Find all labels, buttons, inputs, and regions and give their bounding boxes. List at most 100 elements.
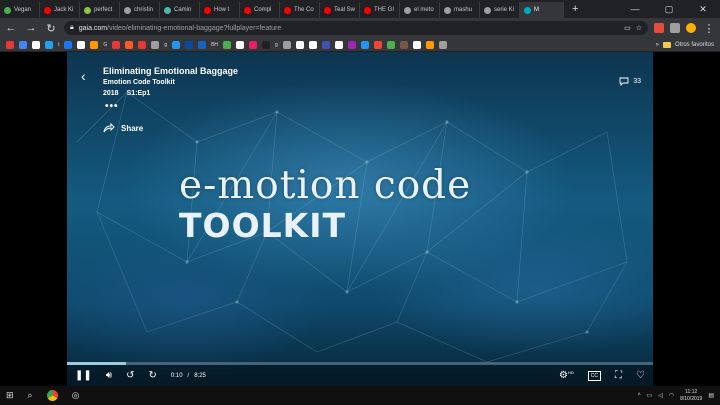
clock[interactable]: 11:12 8/10/2019 [680,389,702,403]
wifi-icon[interactable]: ◠ [669,392,674,399]
bookmark-icon[interactable] [236,40,245,49]
new-tab-button[interactable]: + [564,2,586,18]
reload-icon[interactable]: ↻ [44,22,58,35]
menu-icon[interactable]: ⋮ [702,22,716,35]
tab-2[interactable]: perfect [80,2,120,18]
system-tray: ^ ▭ ◁ ◠ 11:12 8/10/2019 ▤ [638,389,714,403]
favicon-icon [284,6,291,14]
clock-date: 8/10/2019 [680,395,703,402]
bookmark-icon[interactable] [373,40,382,49]
bookmark-icon[interactable] [412,40,421,49]
bookmark-icon[interactable] [386,40,395,49]
bookmark-icon[interactable] [198,40,207,49]
bookmark-icon[interactable] [90,40,99,49]
captions-button[interactable]: CC [587,370,602,381]
tab-4[interactable]: Camin [160,2,200,18]
address-bar[interactable]: 🔒︎ gaia.com/video/eliminating-emotional-… [64,21,648,35]
more-bookmarks-button[interactable]: » [656,42,659,48]
extension-icon[interactable] [670,23,680,33]
bookmark-label[interactable]: g [275,42,278,48]
heart-icon[interactable]: ♡ [636,370,645,381]
tab-label: Compl [254,7,272,13]
comments-button[interactable]: 33 [619,77,641,86]
tab-12[interactable]: serie Ki [480,2,520,18]
tab-10[interactable]: el meto [400,2,440,18]
tab-label: Teal Sw [334,7,356,13]
video-player[interactable]: ‹ Eliminating Emotional Baggage Emotion … [67,52,653,386]
bookmark-icon[interactable] [6,40,14,49]
tab-0[interactable]: Vegan [0,2,40,18]
bookmark-icon[interactable] [249,40,258,49]
bookmark-icon[interactable] [223,40,232,49]
bookmark-icon[interactable] [262,40,271,49]
comment-count: 33 [633,78,641,85]
fullscreen-icon[interactable]: ⛶ [615,370,622,381]
more-options-button[interactable]: ••• [105,101,119,112]
bookmark-icon[interactable] [151,40,160,49]
profile-avatar[interactable] [686,23,696,33]
notifications-icon[interactable]: ▤ [708,392,714,399]
back-arrow-icon[interactable]: ‹ [81,68,86,84]
bookmark-label[interactable]: G [103,42,107,48]
bookmark-icon[interactable] [321,40,330,49]
other-bookmarks-folder[interactable]: Otros favoritos [675,42,714,48]
bookmark-icon[interactable] [64,40,73,49]
windows-start-icon[interactable]: ⊞ [6,390,14,401]
bookmark-icon[interactable] [32,40,40,49]
bookmark-icon[interactable] [77,40,86,49]
forward-10-icon[interactable]: ↻ [148,370,156,381]
tab-3[interactable]: christin [120,2,160,18]
extension-icon[interactable] [654,23,664,33]
close-window-button[interactable]: ✕ [686,0,720,18]
bookmark-icon[interactable] [125,40,134,49]
speaker-icon[interactable]: ◁ [658,392,663,399]
bookmark-icon[interactable] [112,40,121,49]
bookmark-icon[interactable] [347,40,356,49]
bookmark-icon[interactable] [138,40,147,49]
tab-7[interactable]: The Co [280,2,320,18]
star-icon[interactable]: ☆ [636,24,642,32]
taskbar: ⊞ ⌕ ◎ ^ ▭ ◁ ◠ 11:12 8/10/2019 ▤ [0,386,720,405]
settings-button[interactable]: ⚙ HD [559,370,574,381]
bookmark-icon[interactable] [360,40,369,49]
bookmark-icon[interactable] [45,40,53,49]
bookmark-icon[interactable] [295,40,304,49]
rewind-10-icon[interactable]: ↺ [126,370,134,381]
tab-11[interactable]: mashu [440,2,480,18]
tray-chevron-icon[interactable]: ^ [638,393,641,399]
tab-13[interactable]: M [520,2,564,18]
bookmark-icon[interactable] [185,40,194,49]
bookmark-icon[interactable] [334,40,343,49]
back-icon[interactable]: ← [4,22,18,34]
network-icon[interactable]: ▭ [647,392,653,399]
minimize-button[interactable]: — [618,0,652,18]
volume-icon[interactable]: 🔊︎ [106,370,112,381]
bookmark-icon[interactable] [282,40,291,49]
tab-label: christin [134,7,154,13]
bookmark-icon[interactable] [425,40,434,49]
search-icon[interactable]: ⌕ [28,390,33,401]
maximize-button[interactable]: ▢ [652,0,686,18]
tab-8[interactable]: Teal Sw [320,2,360,18]
bookmark-icon[interactable] [19,40,27,49]
bookmark-icon[interactable] [399,40,408,49]
share-button[interactable]: Share [103,123,143,133]
pause-icon[interactable]: ❚❚ [75,370,92,381]
bookmark-label[interactable]: t [58,42,59,48]
browser-toolbar: ← → ↻ 🔒︎ gaia.com/video/eliminating-emot… [0,18,720,38]
bookmark-label[interactable]: BH [211,42,218,48]
series-title[interactable]: Emotion Code Toolkit [103,79,175,86]
bookmark-label[interactable]: g [164,42,167,48]
tab-1[interactable]: Jack Ki [40,2,80,18]
cast-icon[interactable]: ▭ [624,24,631,32]
total-time: 8:25 [194,372,206,379]
bookmark-icon[interactable] [172,40,181,49]
tab-5[interactable]: How t [200,2,240,18]
tab-6[interactable]: Compl [240,2,280,18]
tab-9[interactable]: THE GI [360,2,400,18]
chrome-icon[interactable] [46,390,58,401]
bookmark-icon[interactable] [438,40,447,49]
forward-icon[interactable]: → [24,22,38,34]
bookmark-icon[interactable] [308,40,317,49]
app-icon[interactable]: ◎ [72,390,80,401]
